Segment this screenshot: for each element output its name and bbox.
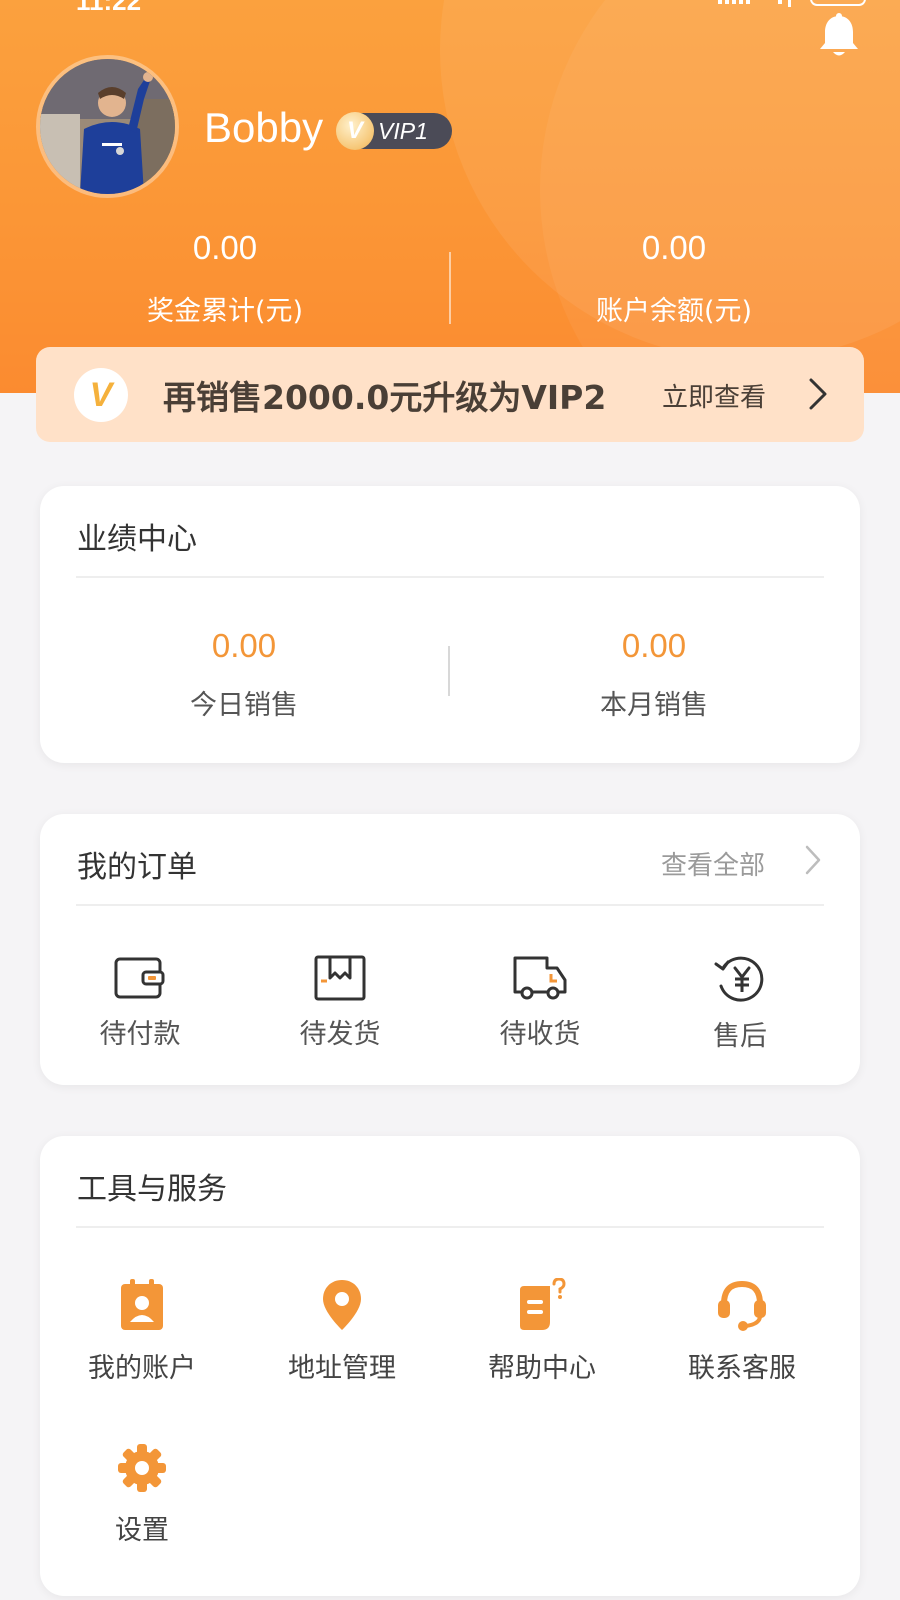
bell-icon[interactable] — [816, 12, 862, 60]
today-sales-stat[interactable]: 0.00 今日销售 — [114, 627, 374, 722]
performance-card: 业绩中心 0.00 今日销售 0.00 本月销售 — [40, 486, 860, 763]
contact-support-tool[interactable]: 联系客服 — [662, 1278, 822, 1385]
bonus-total-value: 0.00 — [192, 229, 258, 266]
signal-icon — [718, 0, 750, 4]
order-item-label: 待收货 — [499, 1019, 581, 1050]
headset-icon — [718, 1280, 766, 1331]
today-sales-label: 今日销售 — [190, 690, 298, 721]
order-item-label: 待付款 — [99, 1019, 181, 1050]
tool-label: 设置 — [115, 1515, 169, 1546]
tool-label: 帮助中心 — [488, 1353, 596, 1384]
divider — [76, 904, 824, 906]
bonus-total-stat[interactable]: 0.00 奖金累计(元) — [75, 229, 375, 328]
bonus-total-label: 奖金累计(元) — [146, 296, 304, 327]
username: Bobby — [204, 104, 324, 151]
chevron-right-icon[interactable] — [804, 844, 822, 876]
location-pin-icon — [323, 1280, 361, 1330]
view-all-orders-link[interactable]: 查看全部 — [661, 845, 765, 882]
wallet-icon — [114, 957, 165, 999]
help-center-tool[interactable]: 帮助中心 — [462, 1278, 622, 1385]
profile-page: 11:22 Bobby V VIP1 0.00 奖金累计(元) 0.00 账户余… — [0, 0, 900, 1600]
chevron-right-icon[interactable] — [808, 377, 828, 411]
balance-stat[interactable]: 0.00 账户余额(元) — [524, 229, 824, 328]
orders-title: 我的订单 — [77, 850, 197, 885]
vip-badge: V VIP1 — [336, 112, 452, 150]
divider — [76, 1226, 824, 1228]
vip-upgrade-banner[interactable]: V 再销售2000.0元升级为VIP2 立即查看 — [36, 347, 864, 442]
my-account-tool[interactable]: 我的账户 — [62, 1278, 222, 1385]
tool-label: 我的账户 — [88, 1353, 196, 1384]
stat-divider — [448, 646, 450, 696]
upgrade-message: 再销售2000.0元升级为VIP2 — [163, 378, 607, 417]
order-after-sales[interactable]: 售后 — [665, 954, 815, 1053]
month-sales-label: 本月销售 — [600, 690, 708, 721]
balance-value: 0.00 — [641, 229, 707, 266]
help-document-icon — [520, 1278, 566, 1330]
balance-label: 账户余额(元) — [595, 296, 753, 327]
profile-header: 11:22 Bobby V VIP1 0.00 奖金累计(元) 0.00 账户余… — [0, 0, 900, 393]
month-sales-stat[interactable]: 0.00 本月销售 — [524, 627, 784, 722]
settings-tool[interactable]: 设置 — [62, 1442, 222, 1547]
order-pending-receipt[interactable]: 待收货 — [465, 954, 615, 1051]
today-sales-value: 0.00 — [211, 627, 277, 664]
refund-yen-icon — [714, 956, 764, 1002]
order-pending-shipment[interactable]: 待发货 — [265, 954, 415, 1051]
status-time: 11:22 — [76, 0, 142, 16]
vip-badge-icon: V — [74, 368, 128, 422]
divider — [76, 576, 824, 578]
avatar-photo — [40, 59, 175, 194]
order-pending-payment[interactable]: 待付款 — [65, 954, 215, 1051]
delivery-truck-icon — [513, 956, 567, 1000]
account-card-icon — [121, 1279, 163, 1330]
month-sales-value: 0.00 — [621, 627, 687, 664]
gear-icon — [118, 1444, 166, 1492]
tool-label: 联系客服 — [688, 1353, 796, 1384]
tools-title: 工具与服务 — [77, 1172, 227, 1207]
view-now-link[interactable]: 立即查看 — [662, 377, 766, 414]
battery-icon — [810, 0, 866, 6]
status-bar: 11:22 — [0, 0, 900, 16]
tools-services-card: 工具与服务 我的账户 地址管理 帮助中心 联系客服 设置 — [40, 1136, 860, 1596]
orders-card: 我的订单 查看全部 待付款 待发货 待收货 售后 — [40, 814, 860, 1085]
avatar[interactable] — [36, 55, 179, 198]
performance-title: 业绩中心 — [77, 522, 197, 557]
vip-level: VIP1 — [378, 118, 428, 144]
tool-label: 地址管理 — [288, 1353, 396, 1384]
package-icon — [314, 955, 366, 1001]
wifi-icon — [778, 0, 791, 7]
vip-coin-icon: V — [336, 112, 374, 150]
address-management-tool[interactable]: 地址管理 — [262, 1278, 422, 1385]
order-item-label: 待发货 — [299, 1019, 381, 1050]
order-item-label: 售后 — [713, 1021, 767, 1052]
stat-divider — [449, 252, 451, 324]
